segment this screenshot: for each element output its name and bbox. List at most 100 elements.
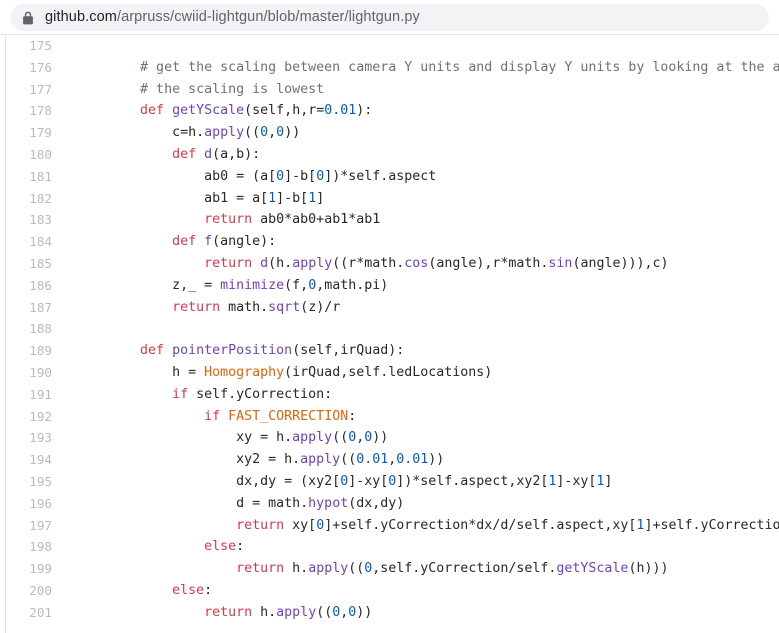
code-line: 185 return d(h.apply((r*math.cos(angle),… <box>0 253 779 275</box>
line-number[interactable]: 200 <box>0 580 62 602</box>
code-token: self.yCorrection: <box>188 386 333 402</box>
code-line-content[interactable] <box>62 318 779 340</box>
code-line-content[interactable]: return d(h.apply((r*math.cos(angle),r*ma… <box>62 253 779 275</box>
code-token: )) <box>428 452 445 468</box>
code-token: ]-xy[ <box>348 473 389 489</box>
code-token: : <box>236 539 245 555</box>
code-token: z,_ = <box>76 277 221 293</box>
line-number[interactable]: 183 <box>0 209 62 231</box>
code-token: return <box>204 212 253 228</box>
code-token: getYScale <box>556 561 629 577</box>
code-line: 189 def pointerPosition(self,irQuad): <box>0 340 779 362</box>
code-token: ,self.yCorrection/self. <box>372 561 557 577</box>
code-token: sqrt <box>268 299 301 315</box>
code-line-content[interactable]: xy2 = h.apply((0.01,0.01)) <box>62 449 779 471</box>
code-line-content[interactable]: xy = h.apply((0,0)) <box>62 427 779 449</box>
line-number[interactable]: 175 <box>0 35 62 57</box>
code-line-content[interactable]: def pointerPosition(self,irQuad): <box>62 340 779 362</box>
code-line: 181 ab0 = (a[0]-b[0])*self.aspect <box>0 166 779 188</box>
code-line-content[interactable]: else: <box>62 580 779 602</box>
code-line: 201 return h.apply((0,0)) <box>0 602 779 624</box>
code-token: apply <box>308 561 349 577</box>
code-line-content[interactable]: if FAST_CORRECTION: <box>62 406 779 428</box>
line-number[interactable]: 184 <box>0 231 62 253</box>
code-line-content[interactable]: c=h.apply((0,0)) <box>62 122 779 144</box>
code-line-content[interactable]: return h.apply((0,self.yCorrection/self.… <box>62 558 779 580</box>
code-token: d <box>204 146 213 162</box>
line-number[interactable]: 178 <box>0 100 62 122</box>
code-line-content[interactable]: z,_ = minimize(f,0,math.pi) <box>62 275 779 297</box>
code-line-content[interactable]: if self.yCorrection: <box>62 384 779 406</box>
line-number[interactable]: 197 <box>0 515 62 537</box>
line-number[interactable]: 191 <box>0 384 62 406</box>
line-number[interactable]: 177 <box>0 79 62 101</box>
code-token: else <box>204 539 237 555</box>
code-token: apply <box>300 452 341 468</box>
line-number[interactable]: 176 <box>0 57 62 79</box>
code-viewer[interactable]: 175 176 # get the scaling between camera … <box>0 35 779 633</box>
code-line-content[interactable]: d = math.hypot(dx,dy) <box>62 493 779 515</box>
code-line: 200 else: <box>0 580 779 602</box>
line-number[interactable]: 193 <box>0 427 62 449</box>
code-token: ])*self.aspect,xy2[ <box>396 473 549 489</box>
code-token: ]-b[ <box>284 168 317 184</box>
line-number[interactable]: 188 <box>0 318 62 340</box>
code-line-content[interactable]: dx,dy = (xy2[0]-xy[0])*self.aspect,xy2[1… <box>62 471 779 493</box>
line-number[interactable]: 189 <box>0 340 62 362</box>
line-number[interactable]: 182 <box>0 188 62 210</box>
code-line-content[interactable]: h = Homography(irQuad,self.ledLocations) <box>62 362 779 384</box>
line-number[interactable]: 187 <box>0 297 62 319</box>
address-bar[interactable]: github.com/arpruss/cwiid-lightgun/blob/m… <box>10 4 769 31</box>
line-number[interactable]: 190 <box>0 362 62 384</box>
code-token: 0 <box>276 168 285 184</box>
code-line-content[interactable]: return xy[0]+self.yCorrection*dx/d/self.… <box>62 515 779 537</box>
code-token: (dx,dy) <box>348 495 405 511</box>
code-line-content[interactable]: ab0 = (a[0]-b[0])*self.aspect <box>62 166 779 188</box>
code-token: (f, <box>284 277 309 293</box>
line-number[interactable]: 195 <box>0 471 62 493</box>
code-line: 177 # the scaling is lowest <box>0 79 779 101</box>
code-line-content[interactable]: # get the scaling between camera Y units… <box>62 57 779 79</box>
code-line-content[interactable] <box>62 35 779 57</box>
code-token: apply <box>292 430 333 446</box>
code-token: cos <box>404 255 429 271</box>
line-number[interactable]: 180 <box>0 144 62 166</box>
code-token: (( <box>332 430 349 446</box>
line-number[interactable]: 181 <box>0 166 62 188</box>
code-token: xy = h. <box>76 430 293 446</box>
code-line-content[interactable]: ab1 = a[1]-b[1] <box>62 188 779 210</box>
code-line-content[interactable]: else: <box>62 536 779 558</box>
code-token: def <box>140 343 165 359</box>
code-line-content[interactable]: return h.apply((0,0)) <box>62 602 779 624</box>
url-host: github.com <box>45 9 117 26</box>
line-number[interactable]: 199 <box>0 558 62 580</box>
code-token: ab0*ab0+ab1*ab1 <box>252 212 381 228</box>
line-number[interactable]: 185 <box>0 253 62 275</box>
line-number[interactable]: 192 <box>0 406 62 428</box>
code-token: f <box>204 234 213 250</box>
code-line-content[interactable]: def d(a,b): <box>62 144 779 166</box>
code-line-content[interactable]: def getYScale(self,h,r=0.01): <box>62 100 779 122</box>
code-token: (( <box>244 125 261 141</box>
line-number[interactable]: 196 <box>0 493 62 515</box>
line-number[interactable]: 198 <box>0 536 62 558</box>
line-number[interactable]: 201 <box>0 602 62 624</box>
code-line-content[interactable]: def f(angle): <box>62 231 779 253</box>
code-line-content[interactable]: return math.sqrt(z)/r <box>62 297 779 319</box>
line-number[interactable]: 179 <box>0 122 62 144</box>
code-token: ab1 = a[ <box>76 190 269 206</box>
code-line: 182 ab1 = a[1]-b[1] <box>0 188 779 210</box>
line-number[interactable]: 186 <box>0 275 62 297</box>
code-token: (self,irQuad): <box>292 343 405 359</box>
code-token: 0.01 <box>396 452 429 468</box>
code-token: : <box>204 582 213 598</box>
line-number[interactable]: 194 <box>0 449 62 471</box>
code-token: pointerPosition <box>172 343 293 359</box>
code-token: # get the scaling between camera Y units… <box>140 59 779 75</box>
code-line-content[interactable]: # the scaling is lowest <box>62 79 779 101</box>
code-line-content[interactable]: return ab0*ab0+ab1*ab1 <box>62 209 779 231</box>
